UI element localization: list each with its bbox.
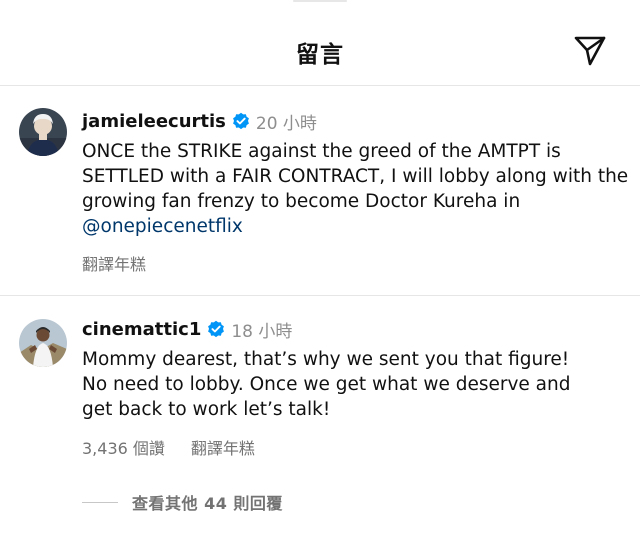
- comment-actions: 翻譯年糕: [82, 251, 146, 275]
- avatar[interactable]: [19, 319, 67, 367]
- mention-link[interactable]: @onepiecenetflix: [82, 216, 243, 237]
- comment-time: 20 小時: [255, 113, 317, 134]
- comments-sheet: 留言 jamieleecurtis 20 小時 ONCE the STRIKE …: [0, 0, 640, 538]
- share-button[interactable]: [573, 34, 607, 68]
- comment-meta: cinemattic1 18 小時: [82, 317, 293, 342]
- username[interactable]: jamieleecurtis: [82, 111, 226, 132]
- likes-count[interactable]: 3,436 個讚: [82, 435, 165, 459]
- comment-actions: 3,436 個讚 翻譯年糕: [82, 435, 255, 459]
- comment-meta: jamieleecurtis 20 小時: [82, 109, 317, 134]
- translate-button[interactable]: 翻譯年糕: [191, 435, 255, 459]
- verified-badge-icon: [208, 320, 225, 338]
- username[interactable]: cinemattic1: [82, 319, 201, 340]
- comments-header: 留言: [0, 0, 640, 86]
- view-replies-label: 查看其他 44 則回覆: [132, 494, 283, 513]
- paper-plane-icon: [574, 36, 606, 66]
- avatar[interactable]: [19, 108, 67, 156]
- comment-text-content: ONCE the STRIKE against the greed of the…: [82, 141, 629, 212]
- page-title: 留言: [296, 42, 344, 68]
- verified-badge-icon: [232, 112, 249, 130]
- comment-text: ONCE the STRIKE against the greed of the…: [82, 139, 630, 239]
- translate-button[interactable]: 翻譯年糕: [82, 251, 146, 275]
- comment-divider: [0, 295, 640, 296]
- view-replies-button[interactable]: 查看其他 44 則回覆: [82, 490, 283, 514]
- comment-time: 18 小時: [231, 321, 293, 342]
- comment-text-content: Mommy dearest, that’s why we sent you th…: [82, 349, 571, 420]
- replies-line-divider: [82, 501, 118, 503]
- comment-text: Mommy dearest, that’s why we sent you th…: [82, 347, 592, 422]
